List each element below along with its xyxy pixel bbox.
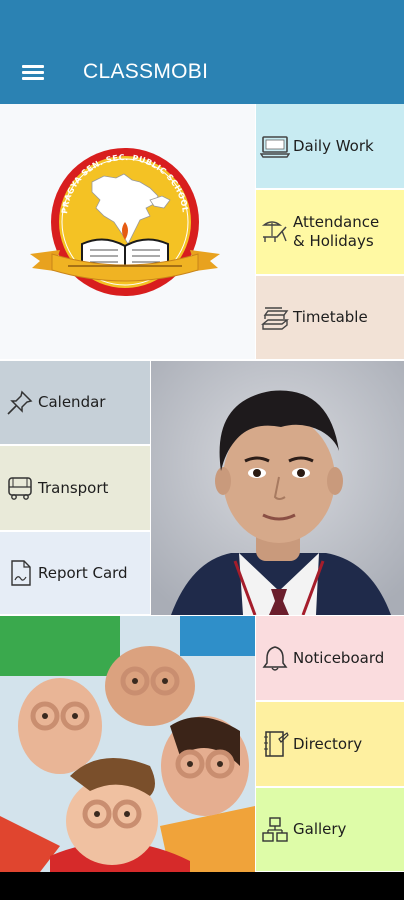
tile-noticeboard[interactable]: Noticeboard	[256, 616, 404, 701]
books-stack-icon	[260, 303, 290, 333]
hamburger-menu-icon[interactable]	[20, 62, 46, 82]
document-icon	[5, 558, 35, 588]
tile-label: Gallery	[293, 820, 347, 838]
system-nav-bar	[0, 872, 404, 900]
pushpin-icon	[5, 388, 35, 418]
tile-directory[interactable]: Directory	[256, 702, 404, 787]
tile-label: Noticeboard	[293, 648, 385, 667]
tile-report-card[interactable]: Report Card	[0, 532, 150, 615]
tile-label: Attendance & Holidays	[293, 213, 380, 250]
student-photo	[151, 361, 404, 615]
tile-label: Calendar	[38, 393, 106, 411]
app-bar: CLASSMOBI	[0, 0, 404, 104]
tile-transport[interactable]: Transport	[0, 446, 150, 531]
school-logo: PRAGYA SEN. SEC. PUBLIC SCHOOL	[30, 148, 220, 296]
bus-icon	[5, 473, 35, 503]
bell-icon	[260, 643, 290, 673]
tile-label: Daily Work	[293, 136, 374, 155]
tile-gallery[interactable]: Gallery	[256, 788, 404, 872]
laptop-icon	[260, 131, 290, 161]
tile-label: Report Card	[38, 563, 128, 582]
notebook-icon	[260, 729, 290, 759]
dashboard-grid: PRAGYA SEN. SEC. PUBLIC SCHOOL Daily Wor…	[0, 104, 404, 872]
children-photo	[0, 616, 255, 872]
gallery-icon	[260, 815, 290, 845]
school-logo-panel: PRAGYA SEN. SEC. PUBLIC SCHOOL	[0, 104, 255, 359]
app-title: CLASSMOBI	[83, 60, 209, 83]
tile-calendar[interactable]: Calendar	[0, 361, 150, 445]
beach-bed-icon	[260, 217, 290, 247]
tile-timetable[interactable]: Timetable	[256, 276, 404, 360]
tile-label: Timetable	[293, 308, 368, 326]
tile-attendance-holidays[interactable]: Attendance & Holidays	[256, 190, 404, 275]
tile-label: Directory	[293, 734, 363, 753]
tile-daily-work[interactable]: Daily Work	[256, 104, 404, 189]
tile-label: Transport	[38, 478, 109, 497]
